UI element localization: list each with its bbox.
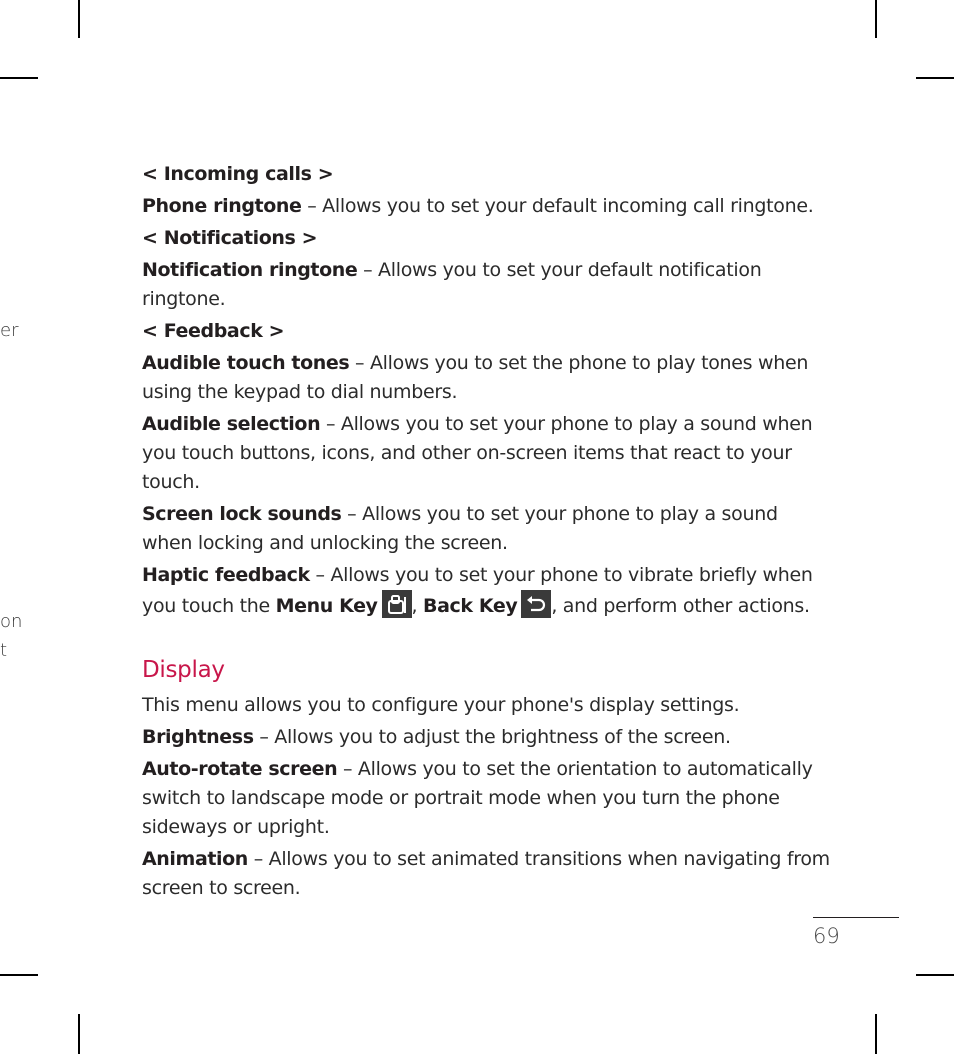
setting-term: Animation [142, 848, 248, 870]
setting-term: Audible touch tones [142, 352, 350, 374]
crop-mark-bottom-left-horizontal [0, 974, 38, 976]
subheader-notifications: < Notifications > [142, 227, 318, 249]
back-key-icon [521, 590, 552, 618]
setting-item: Phone ringtone – Allows you to set your … [142, 192, 832, 221]
crop-mark-bottom-left-vertical [78, 1014, 80, 1054]
setting-desc: , and perform other actions. [551, 595, 810, 617]
crop-mark-bottom-right-horizontal [916, 974, 954, 976]
crop-mark-top-right-vertical [875, 0, 877, 38]
menu-key-icon [381, 590, 412, 618]
back-key-label: Back Key [423, 595, 518, 617]
page-number: 69 [813, 924, 840, 948]
crop-mark-bottom-right-vertical [875, 1014, 877, 1054]
setting-item: Audible selection – Allows you to set yo… [142, 410, 832, 497]
setting-term: Notification ringtone [142, 259, 358, 281]
setting-term: Audible selection [142, 413, 321, 435]
crop-mark-top-left-vertical [78, 0, 80, 38]
subheader-incoming-calls: < Incoming calls > [142, 163, 334, 185]
setting-term: Haptic feedback [142, 564, 310, 586]
setting-desc: – Allows you to adjust the brightness of… [253, 726, 731, 748]
setting-desc: – Allows you to set your default incomin… [301, 195, 814, 217]
section-intro: This menu allows you to configure your p… [142, 694, 740, 716]
setting-item: Brightness – Allows you to adjust the br… [142, 723, 832, 752]
setting-item: Auto-rotate screen – Allows you to set t… [142, 755, 832, 842]
setting-item: Screen lock sounds – Allows you to set y… [142, 500, 832, 558]
crop-mark-top-left-horizontal [0, 77, 38, 79]
setting-item: Animation – Allows you to set animated t… [142, 845, 832, 903]
setting-term: Brightness [142, 726, 254, 748]
bleed-fragment: on [0, 611, 23, 632]
setting-term: Screen lock sounds [142, 503, 342, 525]
key-separator: , [411, 595, 424, 617]
setting-item: Audible touch tones – Allows you to set … [142, 349, 832, 407]
setting-item-haptic: Haptic feedback – Allows you to set your… [142, 561, 832, 621]
page-number-rule [813, 917, 899, 918]
bleed-fragment: er [0, 320, 19, 341]
crop-mark-top-right-horizontal [916, 77, 954, 79]
setting-term: Phone ringtone [142, 195, 302, 217]
bleed-fragment: t [0, 640, 8, 661]
setting-term: Auto-rotate screen [142, 758, 338, 780]
menu-key-label: Menu Key [275, 595, 378, 617]
setting-item: Notification ringtone – Allows you to se… [142, 256, 832, 314]
subheader-feedback: < Feedback > [142, 320, 285, 342]
page-content: < Incoming calls > Phone ringtone – Allo… [142, 160, 832, 906]
section-title-display: Display [142, 657, 225, 683]
